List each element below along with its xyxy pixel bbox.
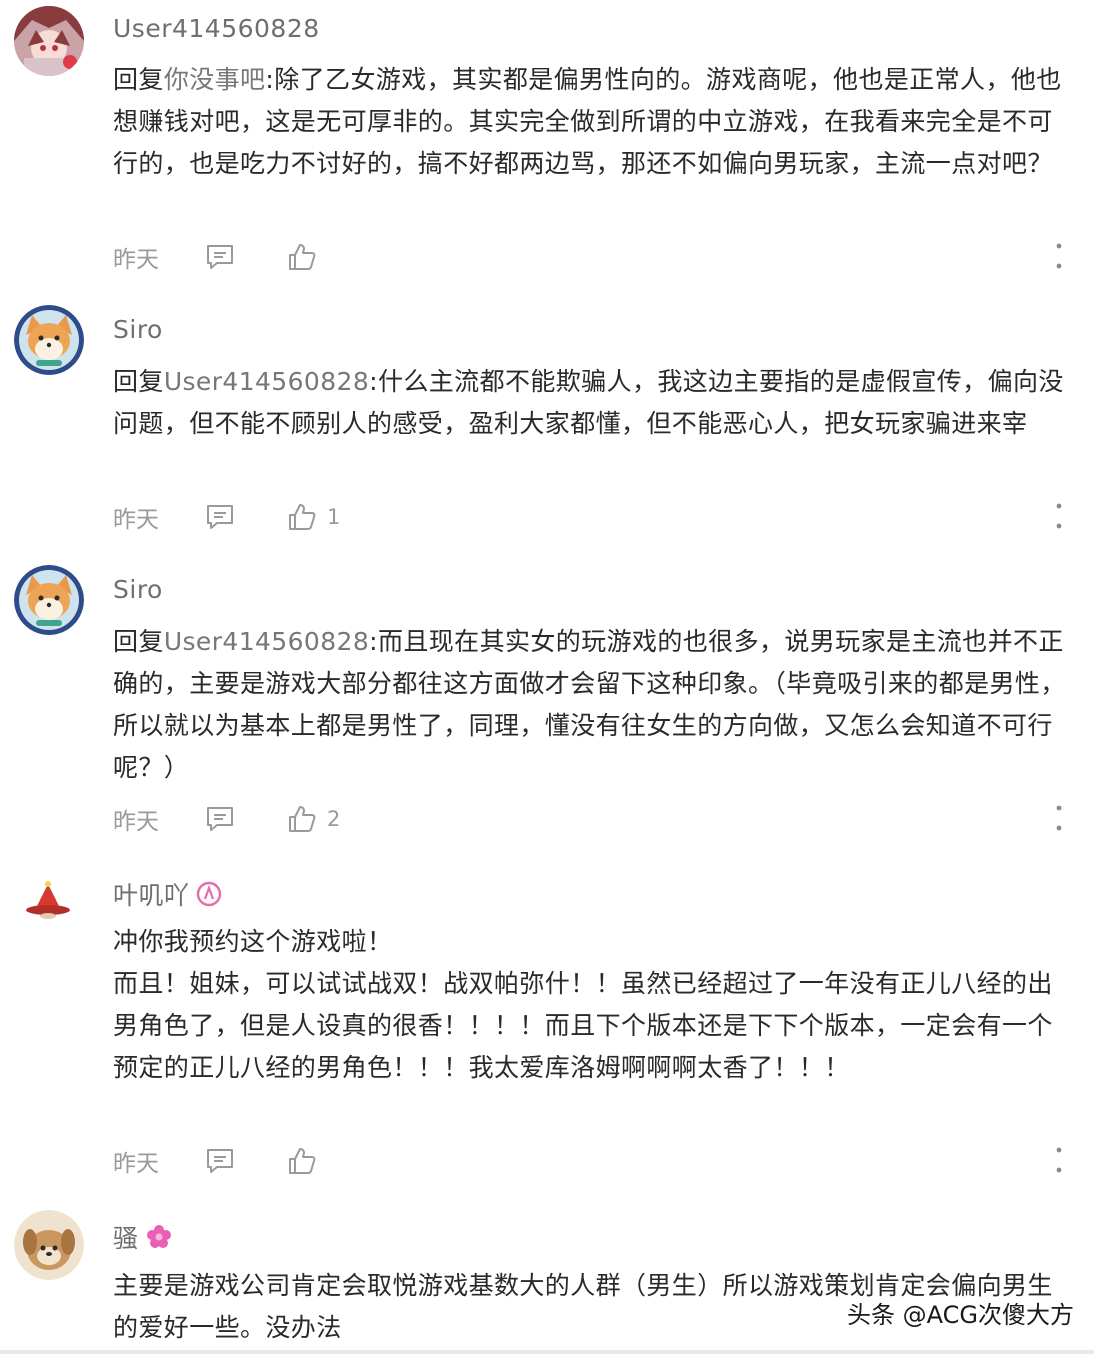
source-watermark: 头条 @ACG次傻大方 [847, 1301, 1074, 1329]
user-avatar[interactable] [14, 6, 84, 76]
flower-badge-icon [146, 1225, 171, 1248]
username[interactable]: 骚 [113, 1219, 173, 1255]
comment-time: 昨天 [113, 809, 159, 835]
comment-actions: 昨天 [113, 240, 1063, 274]
more-options-icon[interactable] [1055, 502, 1063, 532]
user-avatar[interactable] [14, 866, 84, 936]
reply-icon[interactable] [205, 805, 235, 833]
reply-target-link[interactable]: User414560828 [164, 627, 369, 656]
verified-badge-icon [196, 881, 221, 907]
reply-icon[interactable] [205, 1147, 235, 1175]
thumbs-up-icon [289, 244, 316, 270]
reply-icon[interactable] [205, 503, 235, 531]
like-count: 2 [327, 807, 341, 831]
username[interactable]: 叶叽吖 [113, 876, 222, 912]
more-options-icon[interactable] [1055, 242, 1063, 272]
like-button[interactable] [287, 1146, 327, 1176]
username[interactable]: User414560828 [113, 14, 320, 43]
comment-text: 回复User414560828:什么主流都不能欺骗人，我这边主要指的是虚假宣传，… [113, 367, 1064, 438]
reply-icon[interactable] [205, 243, 235, 271]
thumbs-up-icon [289, 1148, 316, 1174]
bottom-divider [0, 1350, 1094, 1354]
reply-target-link[interactable]: 你没事吧 [164, 65, 266, 94]
like-button[interactable]: 2 [287, 804, 340, 834]
comment-content-line: 而且！姐妹，可以试试战双！战双帕弥什！！虽然已经超过了一年没有正儿八经的出男角色… [113, 969, 1053, 1082]
user-avatar[interactable] [14, 565, 84, 635]
comment-actions: 昨天 2 [113, 802, 1063, 836]
comment-text: 回复User414560828:而且现在其实女的玩游戏的也很多，说男玩家是主流也… [113, 627, 1066, 782]
comment-time: 昨天 [113, 247, 159, 273]
comment-actions: 昨天 [113, 1144, 1063, 1178]
username[interactable]: Siro [113, 315, 163, 344]
reply-label: 回复 [113, 65, 164, 94]
comment-time: 昨天 [113, 507, 159, 533]
more-options-icon[interactable] [1055, 804, 1063, 834]
comment-actions: 昨天 1 [113, 500, 1063, 534]
reply-label: 回复 [113, 367, 164, 396]
comment-content-line: 冲你我预约这个游戏啦！ [113, 927, 393, 956]
like-count: 1 [327, 505, 341, 529]
username[interactable]: Siro [113, 575, 163, 604]
comment-text: 冲你我预约这个游戏啦！ 而且！姐妹，可以试试战双！战双帕弥什！！虽然已经超过了一… [113, 921, 1068, 1089]
like-button[interactable]: 1 [287, 502, 340, 532]
like-button[interactable] [287, 242, 327, 272]
user-avatar[interactable] [14, 305, 84, 375]
comment-text: 回复你没事吧:除了乙女游戏，其实都是偏男性向的。游戏商呢，他也是正常人，他也想赚… [113, 65, 1062, 178]
user-avatar[interactable] [14, 1210, 84, 1280]
comment-time: 昨天 [113, 1151, 159, 1177]
reply-target-link[interactable]: User414560828 [164, 367, 369, 396]
thumbs-up-icon [289, 504, 316, 530]
thumbs-up-icon [289, 806, 316, 832]
more-options-icon[interactable] [1055, 1146, 1063, 1176]
reply-label: 回复 [113, 627, 164, 656]
